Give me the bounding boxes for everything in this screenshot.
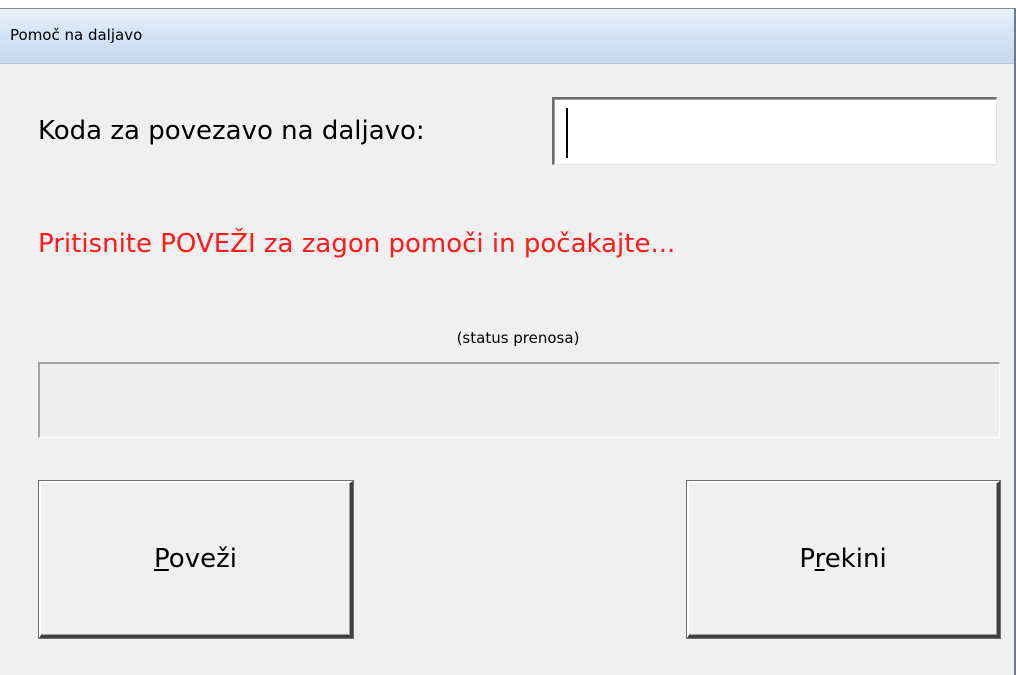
abort-button[interactable]: Prekini <box>687 481 1000 638</box>
connect-button[interactable]: Poveži <box>39 481 353 638</box>
abort-button-mnemonic: r <box>814 544 825 574</box>
transfer-status-caption: (status prenosa) <box>456 329 580 347</box>
abort-button-label-rest: ekini <box>824 544 887 574</box>
abort-button-label: Prekini <box>799 544 886 574</box>
instruction-text: Pritisnite POVEŽI za zagon pomoči in poč… <box>38 229 676 259</box>
window-title: Pomoč na daljavo <box>10 26 143 44</box>
text-caret <box>566 108 568 158</box>
connection-code-label: Koda za povezavo na daljavo: <box>38 116 425 146</box>
connection-code-input[interactable] <box>552 97 997 165</box>
connect-button-label: Poveži <box>154 544 237 574</box>
connect-button-label-rest: oveži <box>168 544 237 574</box>
connect-button-mnemonic: P <box>154 544 169 574</box>
abort-button-label-pre: P <box>799 544 815 574</box>
transfer-progress-bar <box>38 362 1000 438</box>
remote-help-window: Pomoč na daljavo Koda za povezavo na dal… <box>0 8 1016 675</box>
title-bar[interactable]: Pomoč na daljavo <box>0 9 1014 64</box>
